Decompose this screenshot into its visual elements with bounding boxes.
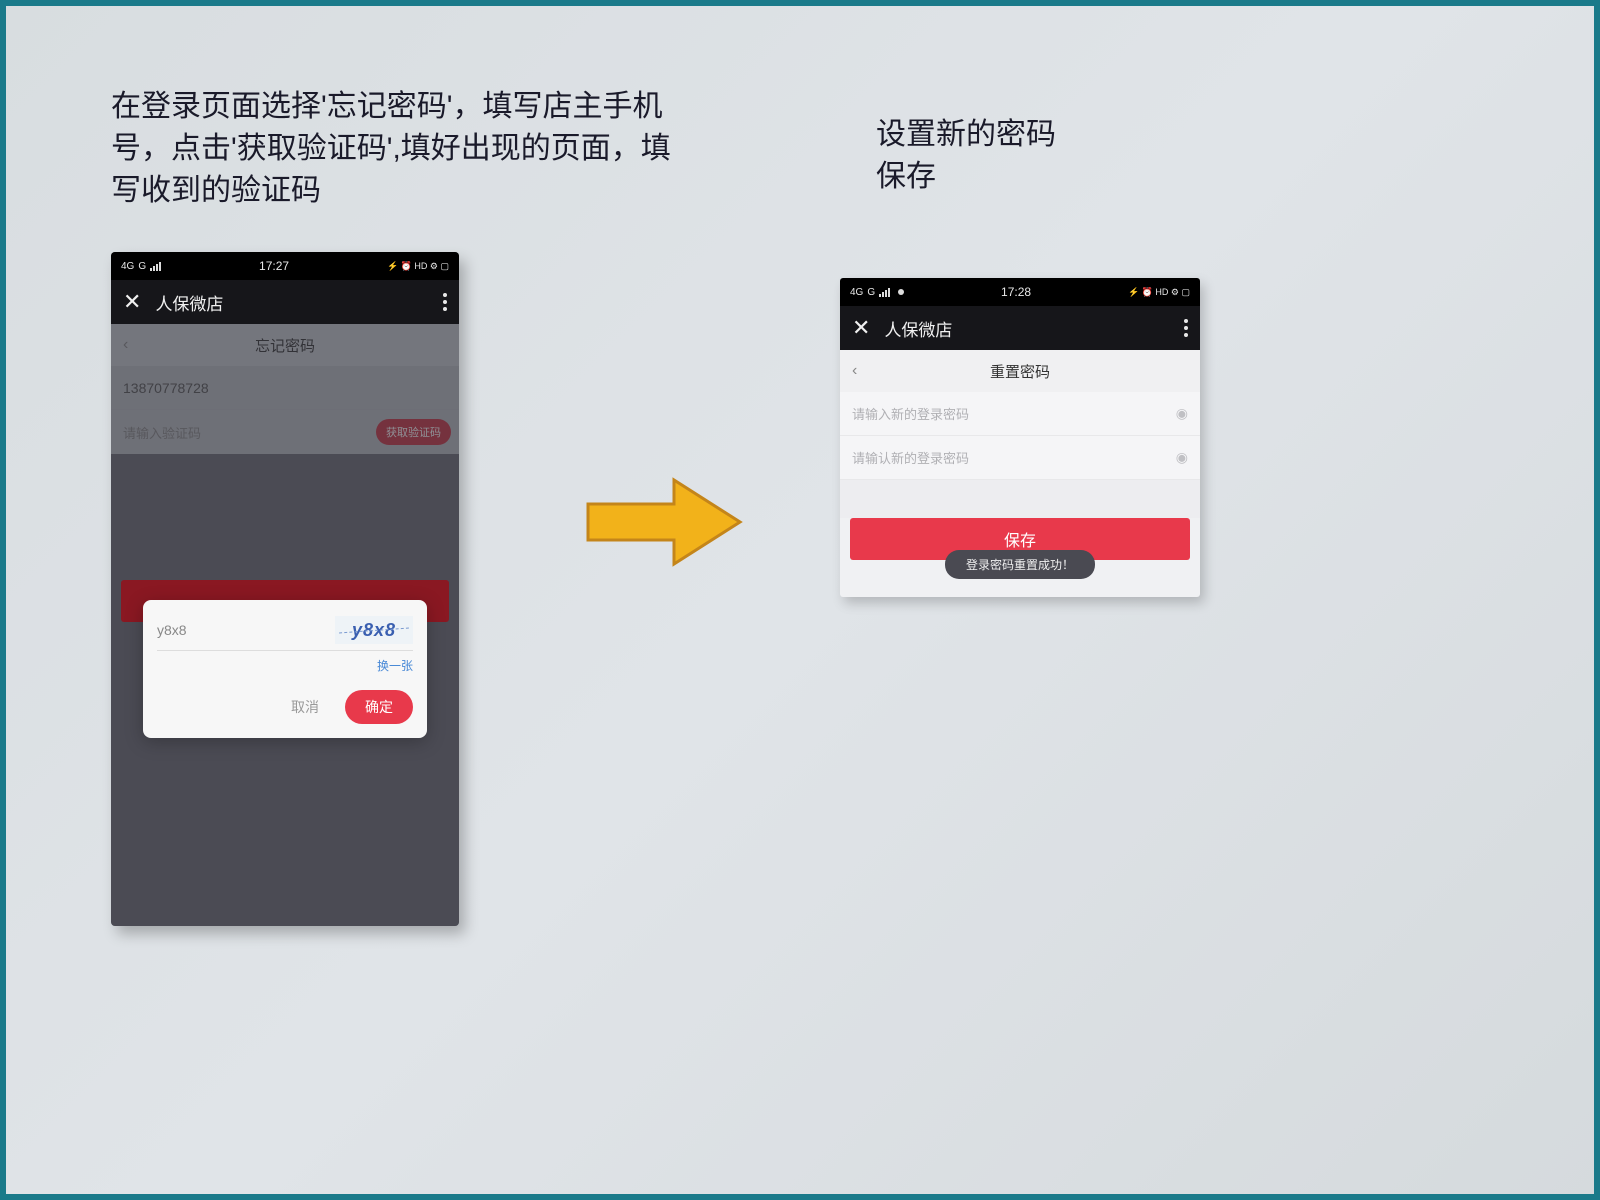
- phone-screenshot-left: 4G G 17:27 ⚡ ⏰ HD ⚙ ▢ ✕ 人保微店 ‹ 忘记密码 1387…: [111, 252, 459, 926]
- code-input[interactable]: 请输入验证码: [123, 423, 201, 442]
- instruction-text-right: 设置新的密码 保存: [876, 114, 1056, 198]
- phone-input[interactable]: 13870778728: [111, 366, 459, 410]
- spacer: [840, 480, 1200, 518]
- phone-screenshot-right: 4G G 17:28 ⚡ ⏰ HD ⚙ ▢ ✕ 人保微店 ‹ 重置密码 请输入新…: [840, 278, 1200, 597]
- signal-icon: [879, 287, 890, 297]
- captcha-input[interactable]: y8x8: [157, 622, 187, 638]
- page-header: ‹ 重置密码: [840, 350, 1200, 392]
- page-header: ‹ 忘记密码: [111, 324, 459, 366]
- status-bar: 4G G 17:28 ⚡ ⏰ HD ⚙ ▢: [840, 278, 1200, 306]
- new-password-input[interactable]: 请输入新的登录密码 ◉: [840, 392, 1200, 436]
- captcha-image[interactable]: y8x8: [335, 616, 413, 644]
- network-label: 4G: [850, 287, 863, 298]
- arrow-icon: [584, 474, 744, 570]
- close-icon[interactable]: ✕: [123, 289, 141, 315]
- get-code-button[interactable]: 获取验证码: [376, 419, 451, 445]
- status-icons: ⚡ ⏰ HD ⚙ ▢: [1128, 287, 1190, 298]
- more-icon[interactable]: [1184, 319, 1188, 337]
- page-title: 重置密码: [990, 361, 1050, 382]
- cancel-button[interactable]: 取消: [281, 691, 329, 723]
- app-title: 人保微店: [884, 316, 952, 341]
- status-icons: ⚡ ⏰ HD ⚙ ▢: [387, 261, 449, 272]
- dot-icon: [898, 289, 904, 295]
- carrier-label: G: [867, 287, 875, 298]
- title-bar: ✕ 人保微店: [111, 280, 459, 324]
- back-icon[interactable]: ‹: [123, 336, 128, 354]
- placeholder-text: 请输认新的登录密码: [852, 448, 969, 467]
- eye-icon[interactable]: ◉: [1176, 405, 1188, 422]
- back-icon[interactable]: ‹: [852, 362, 857, 380]
- placeholder-text: 请输入新的登录密码: [852, 404, 969, 423]
- more-icon[interactable]: [443, 293, 447, 311]
- captcha-dialog: y8x8 y8x8 换一张 取消 确定: [143, 600, 427, 738]
- confirm-button[interactable]: 确定: [345, 690, 413, 724]
- status-bar: 4G G 17:27 ⚡ ⏰ HD ⚙ ▢: [111, 252, 459, 280]
- verification-code-row: 请输入验证码 获取验证码: [111, 410, 459, 454]
- eye-icon[interactable]: ◉: [1176, 449, 1188, 466]
- title-bar: ✕ 人保微店: [840, 306, 1200, 350]
- app-title: 人保微店: [155, 290, 223, 315]
- status-time: 17:27: [259, 259, 289, 273]
- status-time: 17:28: [1001, 285, 1031, 299]
- signal-icon: [150, 261, 161, 271]
- confirm-password-input[interactable]: 请输认新的登录密码 ◉: [840, 436, 1200, 480]
- page-title: 忘记密码: [255, 335, 315, 356]
- change-captcha-link[interactable]: 换一张: [157, 657, 413, 674]
- network-label: 4G: [121, 261, 134, 272]
- close-icon[interactable]: ✕: [852, 315, 870, 341]
- success-toast: 登录密码重置成功！: [945, 550, 1095, 579]
- carrier-label: G: [138, 261, 146, 272]
- instruction-text-left: 在登录页面选择'忘记密码'，填写店主手机号，点击'获取验证码',填好出现的页面，…: [111, 86, 671, 212]
